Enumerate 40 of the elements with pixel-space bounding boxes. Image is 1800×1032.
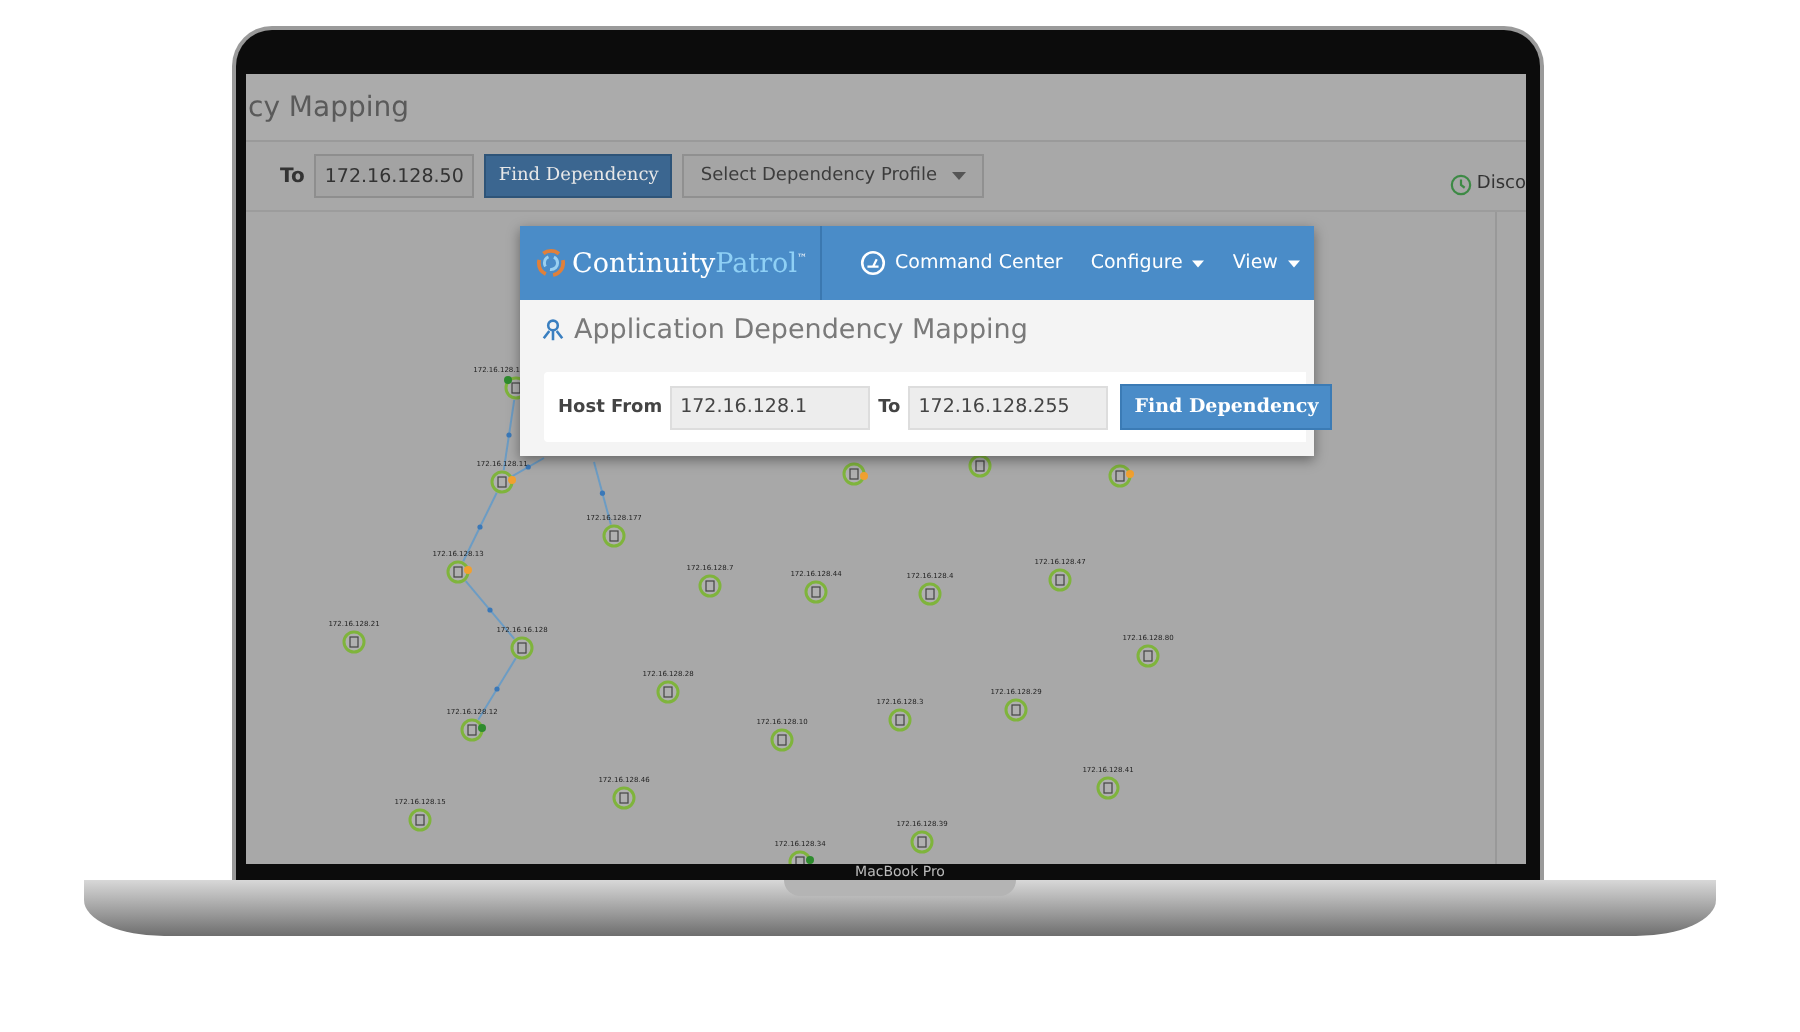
- server-node-icon[interactable]: [1048, 568, 1072, 592]
- server-node-icon[interactable]: [910, 830, 934, 854]
- server-node-icon[interactable]: [1136, 644, 1160, 668]
- caret-icon: [1287, 259, 1300, 267]
- caret-icon: [1192, 259, 1205, 267]
- server-node-icon[interactable]: [918, 582, 942, 606]
- network-icon: [540, 318, 566, 342]
- clock-icon: [1450, 173, 1473, 195]
- server-node-icon[interactable]: [510, 636, 534, 660]
- find-dependency-button[interactable]: Find Dependency: [484, 154, 673, 198]
- server-node-icon[interactable]: [602, 524, 626, 548]
- server-node-icon[interactable]: [408, 808, 432, 832]
- discovery-label: Disco: [1476, 174, 1526, 194]
- host-from-label: Host From: [558, 397, 663, 417]
- host-from-field[interactable]: 172.16.128.1: [670, 385, 871, 429]
- server-node-icon[interactable]: [612, 786, 636, 810]
- nav-menu[interactable]: Configure: [1076, 252, 1219, 274]
- gauge-icon: [859, 250, 886, 276]
- server-node-icon[interactable]: [698, 574, 722, 598]
- server-node-icon[interactable]: [1004, 698, 1028, 722]
- server-node-icon[interactable]: [770, 728, 794, 752]
- server-node-icon[interactable]: [342, 630, 366, 654]
- to-label: To: [878, 397, 901, 417]
- panel-title: Application Dependency Mapping: [574, 314, 1028, 346]
- to-field[interactable]: 172.16.128.50: [314, 154, 475, 198]
- server-node-icon[interactable]: [888, 708, 912, 732]
- server-node-icon[interactable]: [968, 454, 992, 478]
- caret-icon: [952, 172, 967, 180]
- find-dependency-button[interactable]: Find Dependency: [1120, 384, 1333, 430]
- host-to-field[interactable]: 172.16.128.255: [908, 385, 1109, 429]
- profile-dropdown[interactable]: Select Dependency Profile: [682, 154, 985, 198]
- swirl-logo-icon: [536, 248, 566, 278]
- nav-menu[interactable]: View: [1218, 252, 1314, 274]
- to-label: To: [280, 165, 305, 187]
- page-title: cy Mapping: [248, 91, 410, 123]
- server-node-icon[interactable]: [804, 580, 828, 604]
- nav-link[interactable]: Command Center: [845, 250, 1077, 276]
- brand-name: ContinuityPatrol$^{™}$: [572, 247, 808, 279]
- server-node-icon[interactable]: [656, 680, 680, 704]
- server-node-icon[interactable]: [1096, 776, 1120, 800]
